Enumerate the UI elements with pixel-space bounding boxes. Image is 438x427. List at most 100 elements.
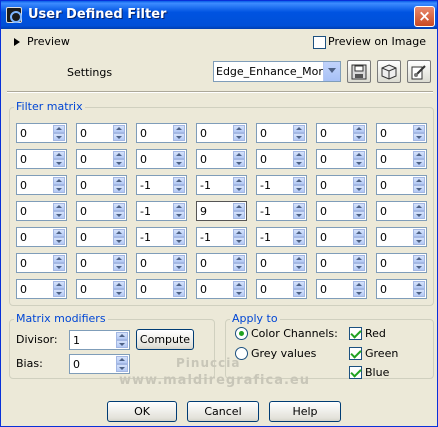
spin-up-icon[interactable] xyxy=(293,177,305,185)
chevron-down-icon[interactable] xyxy=(323,62,340,81)
spin-down-icon[interactable] xyxy=(233,237,245,245)
matrix-cell-spinbox[interactable]: 0 xyxy=(316,201,367,221)
matrix-cell-spinbox[interactable]: 0 xyxy=(256,149,307,169)
spin-up-icon[interactable] xyxy=(173,177,185,185)
spin-down-icon[interactable] xyxy=(113,133,125,141)
spin-up-icon[interactable] xyxy=(233,125,245,133)
spin-down-icon[interactable] xyxy=(353,133,365,141)
spin-up-icon[interactable] xyxy=(113,177,125,185)
help-button[interactable]: Help xyxy=(269,401,341,422)
spin-down-icon[interactable] xyxy=(173,133,185,141)
matrix-cell-spinbox[interactable]: 0 xyxy=(16,201,67,221)
spin-down-icon[interactable] xyxy=(173,211,185,219)
matrix-cell-spinbox[interactable]: 0 xyxy=(376,253,427,273)
spin-up-icon[interactable] xyxy=(173,255,185,263)
spin-down-icon[interactable] xyxy=(113,289,125,297)
spin-down-icon[interactable] xyxy=(53,133,65,141)
spin-down-icon[interactable] xyxy=(53,237,65,245)
matrix-cell-spinbox[interactable]: 0 xyxy=(16,227,67,247)
spin-down-icon[interactable] xyxy=(173,237,185,245)
spin-up-icon[interactable] xyxy=(173,281,185,289)
spin-down-icon[interactable] xyxy=(116,364,128,372)
matrix-cell-spinbox[interactable]: 0 xyxy=(136,279,187,299)
spin-up-icon[interactable] xyxy=(173,151,185,159)
matrix-cell-spinbox[interactable]: 0 xyxy=(16,123,67,143)
spin-up-icon[interactable] xyxy=(293,255,305,263)
spin-up-icon[interactable] xyxy=(233,229,245,237)
spin-down-icon[interactable] xyxy=(413,289,425,297)
matrix-cell-spinbox[interactable]: -1 xyxy=(256,227,307,247)
spin-down-icon[interactable] xyxy=(293,289,305,297)
spin-down-icon[interactable] xyxy=(173,185,185,193)
spin-up-icon[interactable] xyxy=(353,255,365,263)
divisor-spinbox[interactable]: 1 xyxy=(69,330,130,350)
spin-down-icon[interactable] xyxy=(353,237,365,245)
edit-preset-button[interactable] xyxy=(407,60,431,83)
spin-down-icon[interactable] xyxy=(233,289,245,297)
spin-up-icon[interactable] xyxy=(233,151,245,159)
matrix-cell-spinbox[interactable]: 0 xyxy=(136,123,187,143)
spin-up-icon[interactable] xyxy=(53,125,65,133)
spin-down-icon[interactable] xyxy=(53,185,65,193)
spin-up-icon[interactable] xyxy=(353,125,365,133)
matrix-cell-spinbox[interactable]: 0 xyxy=(196,253,247,273)
spin-up-icon[interactable] xyxy=(413,177,425,185)
spin-up-icon[interactable] xyxy=(413,203,425,211)
spin-up-icon[interactable] xyxy=(173,229,185,237)
spin-up-icon[interactable] xyxy=(293,229,305,237)
spin-up-icon[interactable] xyxy=(53,203,65,211)
matrix-cell-spinbox[interactable]: 9 xyxy=(196,201,247,221)
spin-up-icon[interactable] xyxy=(413,281,425,289)
spin-up-icon[interactable] xyxy=(293,281,305,289)
matrix-cell-spinbox[interactable]: 0 xyxy=(76,279,127,299)
close-button[interactable]: × xyxy=(414,6,435,27)
spin-up-icon[interactable] xyxy=(413,125,425,133)
spin-down-icon[interactable] xyxy=(113,211,125,219)
matrix-cell-spinbox[interactable]: 0 xyxy=(16,279,67,299)
spin-down-icon[interactable] xyxy=(233,185,245,193)
matrix-cell-spinbox[interactable]: 0 xyxy=(76,201,127,221)
spin-up-icon[interactable] xyxy=(53,281,65,289)
cancel-button[interactable]: Cancel xyxy=(187,401,259,422)
compute-button[interactable]: Compute xyxy=(136,329,194,350)
matrix-cell-spinbox[interactable]: 0 xyxy=(316,149,367,169)
green-channel-checkbox[interactable] xyxy=(349,347,362,360)
spin-down-icon[interactable] xyxy=(293,237,305,245)
matrix-cell-spinbox[interactable]: 0 xyxy=(376,227,427,247)
matrix-cell-spinbox[interactable]: -1 xyxy=(256,175,307,195)
spin-up-icon[interactable] xyxy=(353,281,365,289)
spin-down-icon[interactable] xyxy=(353,211,365,219)
spin-down-icon[interactable] xyxy=(293,211,305,219)
spin-up-icon[interactable] xyxy=(116,356,128,364)
spin-up-icon[interactable] xyxy=(353,177,365,185)
spin-down-icon[interactable] xyxy=(53,211,65,219)
preset-select[interactable]: Edge_Enhance_More xyxy=(213,61,341,82)
spin-up-icon[interactable] xyxy=(53,229,65,237)
spin-down-icon[interactable] xyxy=(53,289,65,297)
spin-down-icon[interactable] xyxy=(233,263,245,271)
spin-down-icon[interactable] xyxy=(413,185,425,193)
matrix-cell-spinbox[interactable]: 0 xyxy=(256,123,307,143)
spin-down-icon[interactable] xyxy=(353,263,365,271)
spin-down-icon[interactable] xyxy=(293,133,305,141)
spin-down-icon[interactable] xyxy=(413,159,425,167)
matrix-cell-spinbox[interactable]: 0 xyxy=(16,149,67,169)
matrix-cell-spinbox[interactable]: 0 xyxy=(316,253,367,273)
matrix-cell-spinbox[interactable]: -1 xyxy=(136,201,187,221)
preview-on-image-checkbox[interactable] xyxy=(313,36,326,49)
spin-up-icon[interactable] xyxy=(113,203,125,211)
matrix-cell-spinbox[interactable]: 0 xyxy=(76,253,127,273)
spin-up-icon[interactable] xyxy=(173,203,185,211)
matrix-cell-spinbox[interactable]: -1 xyxy=(196,175,247,195)
matrix-cell-spinbox[interactable]: -1 xyxy=(256,201,307,221)
matrix-cell-spinbox[interactable]: 0 xyxy=(376,201,427,221)
spin-down-icon[interactable] xyxy=(413,133,425,141)
matrix-cell-spinbox[interactable]: 0 xyxy=(136,253,187,273)
matrix-cell-spinbox[interactable]: 0 xyxy=(316,227,367,247)
spin-down-icon[interactable] xyxy=(353,185,365,193)
matrix-cell-spinbox[interactable]: 0 xyxy=(376,123,427,143)
spin-down-icon[interactable] xyxy=(53,159,65,167)
matrix-cell-spinbox[interactable]: 0 xyxy=(196,149,247,169)
spin-up-icon[interactable] xyxy=(53,255,65,263)
spin-down-icon[interactable] xyxy=(413,237,425,245)
